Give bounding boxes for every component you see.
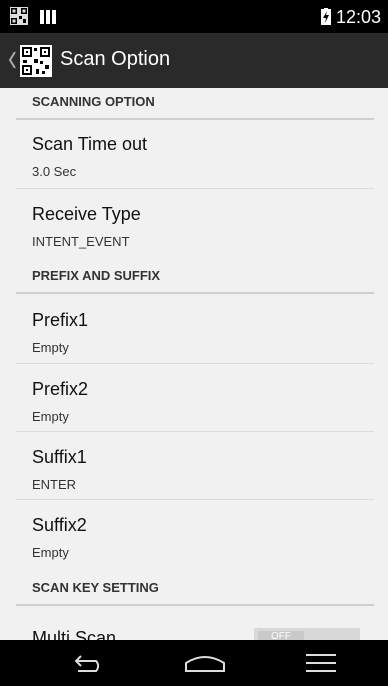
clock: 12:03 [336, 7, 382, 27]
toggle-off-label: OFF [258, 631, 304, 640]
divider [16, 431, 374, 432]
category-header: SCAN KEY SETTING [32, 580, 159, 595]
category-scanning-option: SCANNING OPTION [16, 88, 374, 120]
pref-title: Receive Type [32, 204, 141, 224]
action-bar[interactable]: Scan Option [0, 33, 388, 88]
pref-title: Prefix1 [32, 310, 89, 330]
back-icon[interactable] [68, 651, 108, 675]
pref-summary: 3.0 Sec [32, 164, 77, 179]
pref-receive-type[interactable]: Receive Type INTENT_EVENT [16, 204, 374, 256]
pref-title: Multi Scan [32, 628, 117, 640]
navigation-bar [0, 640, 388, 686]
pref-suffix2[interactable]: Suffix2 Empty [16, 515, 374, 567]
qr-notification-icon [10, 7, 28, 25]
qr-app-icon[interactable] [20, 45, 52, 77]
status-bar: 12:03 [0, 0, 388, 33]
page-title: Scan Option [60, 48, 171, 70]
pref-suffix1[interactable]: Suffix1 ENTER [16, 447, 374, 499]
divider [16, 188, 374, 189]
pref-summary: ENTER [32, 477, 77, 492]
battery-charging-icon [321, 8, 331, 25]
pref-title: Scan Time out [32, 134, 148, 154]
divider [16, 363, 374, 364]
pref-prefix1[interactable]: Prefix1 Empty [16, 310, 374, 362]
preferences-list[interactable]: SCANNING OPTION Scan Time out 3.0 Sec Re… [0, 88, 388, 640]
up-caret-icon[interactable] [8, 50, 16, 70]
pref-summary: INTENT_EVENT [32, 234, 130, 249]
signal-icon [40, 10, 56, 24]
category-scan-key-setting: SCAN KEY SETTING [16, 574, 374, 606]
category-header: SCANNING OPTION [32, 94, 155, 109]
pref-summary: Empty [32, 545, 69, 560]
category-prefix-suffix: PREFIX AND SUFFIX [16, 262, 374, 294]
home-icon[interactable] [184, 653, 226, 673]
divider [16, 499, 374, 500]
multi-scan-toggle[interactable]: OFF [254, 628, 360, 640]
category-header: PREFIX AND SUFFIX [32, 268, 161, 283]
pref-summary: Empty [32, 409, 69, 424]
pref-title: Suffix2 [32, 515, 87, 535]
pref-title: Prefix2 [32, 379, 89, 399]
pref-scan-time-out[interactable]: Scan Time out 3.0 Sec [16, 134, 374, 186]
pref-prefix2[interactable]: Prefix2 Empty [16, 379, 374, 431]
recent-apps-icon[interactable] [304, 651, 338, 675]
pref-summary: Empty [32, 340, 69, 355]
pref-title: Suffix1 [32, 447, 87, 467]
pref-multi-scan[interactable]: Multi Scan OFF [16, 628, 374, 640]
